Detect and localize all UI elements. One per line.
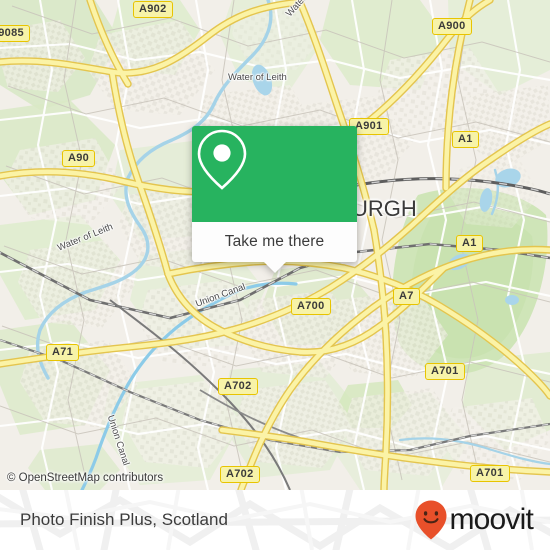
callout-action-bar[interactable]: Take me there [192,222,357,262]
map-pin-icon [197,129,247,190]
water-label: Water of Leith [228,72,287,83]
road-shield: B9085 [0,25,30,42]
moovit-wordmark: moovit [449,503,533,536]
road-shield: A1 [456,235,483,252]
osm-attribution[interactable]: © OpenStreetMap contributors [7,472,163,484]
take-me-there-label: Take me there [224,233,325,250]
road-shield: A90 [62,150,96,167]
map-canvas[interactable]: B9085 A902 A900 A90 A1 A901 A1 A7 A700 A… [0,0,550,490]
road-shield: A702 [218,378,258,395]
footer-bar: Photo Finish Plus, Scotland moovit [0,490,550,550]
road-shield: A902 [133,1,173,18]
callout-pointer [263,262,286,273]
road-shield: A1 [452,131,479,148]
road-shield: A701 [425,363,465,380]
place-title: Photo Finish Plus, Scotland [20,510,228,529]
road-shield: A701 [470,465,510,482]
road-shield: A702 [220,466,260,483]
location-callout-card[interactable]: Take me there [192,126,357,273]
moovit-brand[interactable]: moovit [414,499,534,541]
callout-header [192,126,357,222]
moovit-map-screenshot: B9085 A902 A900 A90 A1 A901 A1 A7 A700 A… [0,0,550,550]
place-label-edinburgh: URGH [352,196,417,221]
moovit-pin-smiley-icon [415,500,447,540]
road-shield: A7 [393,288,420,305]
road-shield: A900 [432,18,472,35]
road-shield: A71 [46,344,80,361]
road-shield: A700 [291,298,331,315]
